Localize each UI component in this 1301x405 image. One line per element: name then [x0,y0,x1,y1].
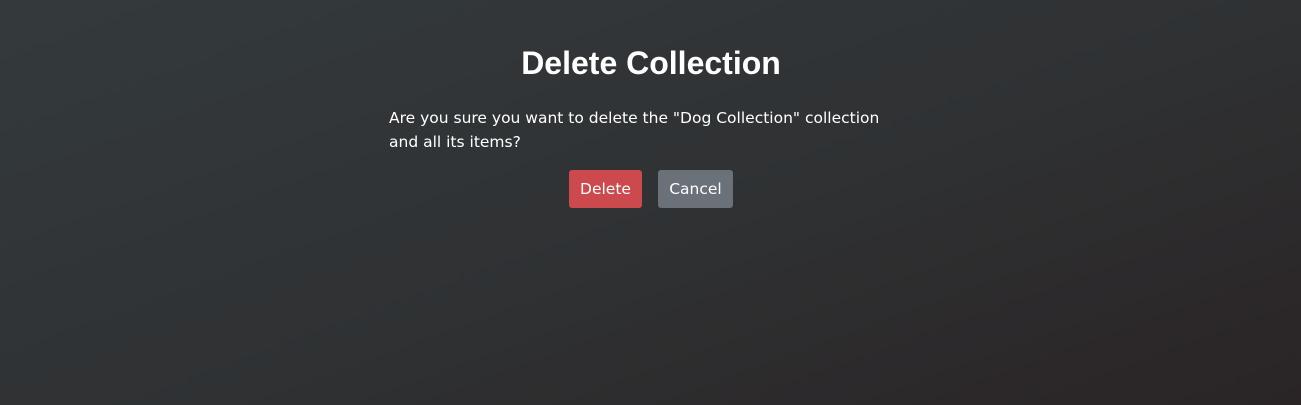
cancel-button[interactable]: Cancel [658,170,733,208]
delete-button[interactable]: Delete [569,170,642,208]
dialog-actions: Delete Cancel [389,170,913,208]
dialog-title: Delete Collection [521,45,781,81]
delete-collection-dialog: Delete Collection Are you sure you want … [389,42,913,208]
page-body: { "dialog": { "title": "Delete Collectio… [0,0,1301,405]
confirmation-message: Are you sure you want to delete the "Dog… [389,109,880,151]
